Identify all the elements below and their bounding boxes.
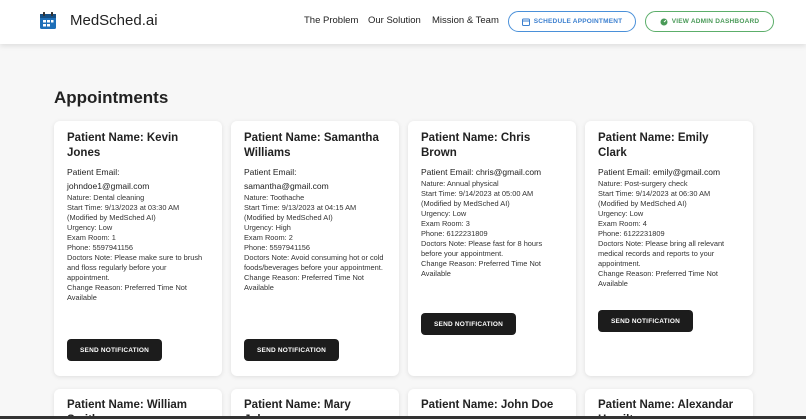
exam-room: Exam Room: 4 [598,219,647,228]
nav-link-mission-team[interactable]: Mission & Team [432,15,499,26]
urgency: Urgency: Low [598,209,644,218]
phone: Phone: 6122231809 [421,229,488,238]
appointment-card: Patient Name: Emily Clark Patient Email:… [585,121,753,376]
start-time: Start Time: 9/14/2023 at 05:00 AM (Modif… [421,189,534,208]
appointment-card: Patient Name: Kevin Jones Patient Email:… [54,121,222,376]
patient-email: Patient Email: chris@gmail.com [421,165,563,179]
patient-name: Patient Name: Samantha Williams [244,132,379,159]
view-admin-dashboard-button[interactable]: VIEW ADMIN DASHBOARD [645,11,774,32]
change-reason: Change Reason: Preferred Time Not Availa… [244,273,364,292]
patient-email: Patient Email: emily@gmail.com [598,165,740,179]
send-notification-button[interactable]: SEND NOTIFICATION [244,339,339,361]
calendar-small-icon [521,18,530,26]
exam-room: Exam Room: 1 [67,233,116,242]
appointment-card: Patient Name: William Smith [54,389,222,419]
patient-email-value: emily@gmail.com [652,167,721,177]
schedule-appointment-button[interactable]: SCHEDULE APPOINTMENT [508,11,636,32]
appointment-card: Patient Name: Alexandar Hamilton [585,389,753,419]
start-time: Start Time: 9/14/2023 at 06:30 AM (Modif… [598,189,711,208]
doctors-note: Doctors Note: Please fast for 8 hours be… [421,239,543,258]
phone: Phone: 6122231809 [598,229,665,238]
nav-link-problem[interactable]: The Problem [304,15,358,26]
nature: Nature: Dental cleaning [67,193,145,202]
urgency: Urgency: Low [421,209,467,218]
patient-email-label: Patient Email: [67,167,120,177]
page-title: Appointments [54,88,169,107]
patient-name: Patient Name: John Doe [421,399,554,411]
patient-name: Patient Name: Kevin Jones [67,132,179,159]
appointment-card: Patient Name: Mary Johnson [231,389,399,419]
nav-link-solution[interactable]: Our Solution [368,15,421,26]
doctors-note: Doctors Note: Avoid consuming hot or col… [244,253,384,272]
nature: Nature: Annual physical [421,179,499,188]
change-reason: Change Reason: Preferred Time Not Availa… [421,259,541,278]
patient-email: johndoe1@gmail.com [67,181,150,191]
patient-email-label: Patient Email: [421,167,474,177]
urgency: Urgency: High [244,223,291,232]
change-reason: Change Reason: Preferred Time Not Availa… [598,269,718,288]
dashboard-gauge-icon [660,18,668,25]
appointment-card: Patient Name: Chris Brown Patient Email:… [408,121,576,376]
nature: Nature: Post-surgery check [598,179,688,188]
calendar-icon [40,12,56,29]
brand-name[interactable]: MedSched.ai [70,12,158,29]
patient-name: Patient Name: Emily Clark [598,132,709,159]
start-time: Start Time: 9/13/2023 at 04:15 AM (Modif… [244,203,357,222]
start-time: Start Time: 9/13/2023 at 03:30 AM (Modif… [67,203,180,222]
appointment-card: Patient Name: Samantha Williams Patient … [231,121,399,376]
doctors-note: Doctors Note: Please make sure to brush … [67,253,203,282]
send-notification-button[interactable]: SEND NOTIFICATION [421,313,516,335]
exam-room: Exam Room: 2 [244,233,293,242]
change-reason: Change Reason: Preferred Time Not Availa… [67,283,187,302]
patient-email: samantha@gmail.com [244,181,329,191]
phone: Phone: 5597941156 [67,243,134,252]
urgency: Urgency: Low [67,223,113,232]
patient-email-label: Patient Email: [598,167,651,177]
phone: Phone: 5597941156 [244,243,311,252]
patient-email-value: chris@gmail.com [475,167,542,177]
nature: Nature: Toothache [244,193,305,202]
view-admin-dashboard-label: VIEW ADMIN DASHBOARD [671,18,760,25]
appointment-card: Patient Name: John Doe [408,389,576,419]
send-notification-button[interactable]: SEND NOTIFICATION [598,310,693,332]
send-notification-button[interactable]: SEND NOTIFICATION [67,339,162,361]
doctors-note: Doctors Note: Please bring all relevant … [598,239,725,268]
patient-name: Patient Name: Chris Brown [421,132,531,159]
patient-email-label: Patient Email: [244,167,297,177]
schedule-appointment-label: SCHEDULE APPOINTMENT [533,18,623,25]
exam-room: Exam Room: 3 [421,219,470,228]
navbar: MedSched.ai The Problem Our Solution Mis… [0,0,806,44]
